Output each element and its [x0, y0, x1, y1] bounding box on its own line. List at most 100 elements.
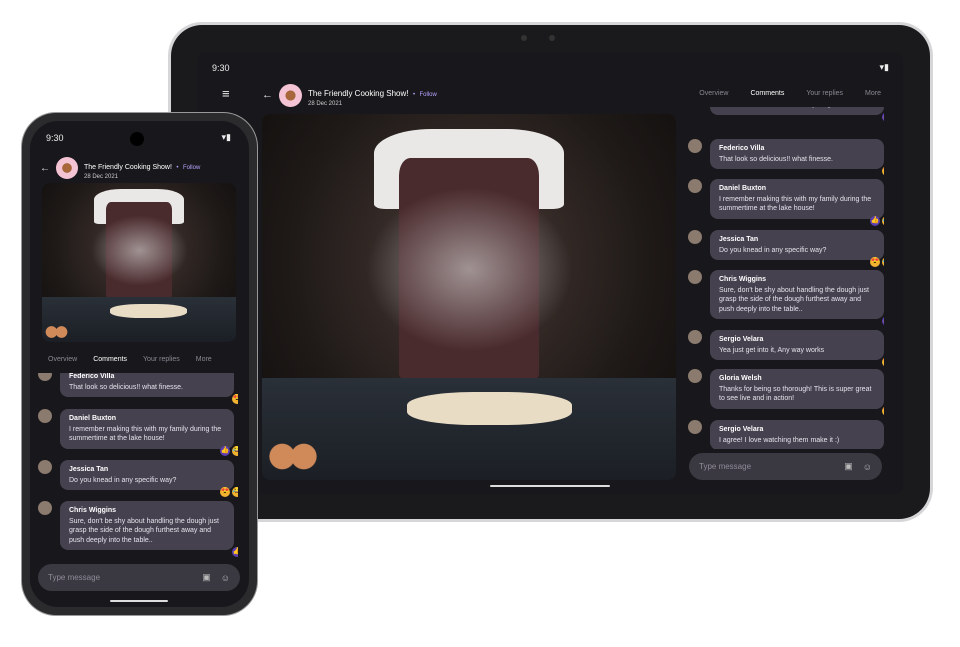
video-image[interactable]	[262, 114, 676, 480]
tablet-device: 9:30 ▾▮ ≡ ← The Friendly Cooking Show! •…	[168, 22, 933, 522]
tab-more[interactable]: More	[865, 90, 881, 97]
user-avatar[interactable]	[688, 369, 702, 383]
comment-author: Daniel Buxton	[719, 185, 767, 192]
channel-title: The Friendly Cooking Show!	[308, 89, 409, 98]
comment-bubble: Jessica Tan Do you knead in any specific …	[710, 230, 884, 267]
comment-item[interactable]: Daniel Buxton I remember making this with…	[38, 409, 238, 456]
camera-icon	[130, 132, 144, 146]
home-indicator	[490, 485, 610, 487]
comment-text: more or so, butter makes everything!!	[719, 107, 875, 110]
like-reaction-icon[interactable]: 👍	[870, 215, 880, 226]
tab-overview[interactable]: Overview	[48, 356, 77, 363]
love-reaction-icon[interactable]: 😍	[232, 394, 238, 404]
comment-bubble: Daniel Buxton I remember making this with…	[60, 409, 238, 456]
comment-item[interactable]: Jessica Tan Do you knead in any specific …	[38, 460, 238, 497]
tab-comments[interactable]: Comments	[750, 90, 784, 97]
comment-text: That look so delicious!! what finesse.	[69, 383, 184, 391]
channel-avatar[interactable]	[56, 157, 78, 179]
comment-item[interactable]: Chris Wiggins Sure, don't be shy about ha…	[688, 270, 884, 326]
tab-your-replies[interactable]: Your replies	[806, 90, 843, 97]
user-avatar[interactable]	[688, 270, 702, 284]
user-avatar[interactable]	[38, 373, 52, 381]
message-placeholder: Type message	[699, 462, 752, 471]
comment-item[interactable]: Sergio Velara Yea just get into it, Any w…	[688, 330, 884, 367]
like-reaction-icon[interactable]: 👍	[882, 316, 884, 326]
like-reaction-icon[interactable]: 👍	[220, 445, 230, 456]
tab-your-replies[interactable]: Your replies	[143, 356, 180, 363]
comment-bubble: Sergio Velara Yea just get into it, Any w…	[710, 330, 884, 367]
like-reaction-icon[interactable]: 👍	[882, 111, 884, 122]
back-icon[interactable]: ←	[262, 89, 273, 101]
status-time: 9:30	[212, 63, 230, 73]
comment-item[interactable]: Sergio Velara I agree! I love watching th…	[688, 420, 884, 449]
image-icon[interactable]: ▣	[202, 572, 211, 583]
menu-icon[interactable]: ≡	[222, 86, 230, 101]
comment-item[interactable]: Federico Villa That look so delicious!! w…	[38, 373, 238, 404]
follow-button[interactable]: Follow	[183, 165, 200, 171]
user-avatar[interactable]	[38, 460, 52, 474]
laugh-reaction-icon[interactable]: 😂	[882, 257, 884, 267]
comment-item[interactable]: Daniel Buxton I remember making this with…	[688, 179, 884, 226]
laugh-reaction-icon[interactable]: 😂	[232, 487, 238, 497]
laugh-reaction-icon[interactable]: 😂	[232, 445, 238, 456]
user-avatar[interactable]	[688, 330, 702, 344]
comment-author: Jessica Tan	[719, 236, 759, 243]
post-date: 28 Dec 2021	[308, 101, 343, 107]
comment-list[interactable]: more or so, butter makes everything!! 👍 Fe…	[688, 107, 884, 449]
emoji-icon[interactable]: ☺	[863, 462, 872, 472]
comment-text: I agree! I love watching them make it :)	[719, 436, 840, 444]
laugh-reaction-icon[interactable]: 😂	[882, 215, 884, 226]
comment-author: Federico Villa	[69, 373, 115, 380]
camera-icon	[549, 35, 555, 41]
like-reaction-icon[interactable]: 👍	[232, 547, 238, 557]
follow-button[interactable]: Follow	[420, 92, 437, 98]
comment-list[interactable]: Federico Villa That look so delicious!! w…	[38, 373, 238, 558]
user-avatar[interactable]	[688, 420, 702, 434]
comment-text: Do you knead in any specific way?	[719, 246, 827, 254]
user-avatar[interactable]	[38, 409, 52, 423]
tab-more[interactable]: More	[196, 356, 212, 363]
comment-author: Federico Villa	[719, 145, 765, 152]
love-reaction-icon[interactable]: 😍	[882, 405, 884, 416]
comment-text: I remember making this with my family du…	[69, 425, 222, 443]
wifi-battery-icon: ▾▮	[879, 62, 889, 72]
message-placeholder: Type message	[48, 573, 101, 582]
comment-text: Sure, don't be shy about handling the do…	[719, 286, 870, 313]
comment-bubble: Sergio Velara I agree! I love watching th…	[710, 420, 884, 449]
comment-item[interactable]: Gloria Welsh Thanks for being so thorough…	[688, 369, 884, 416]
love-reaction-icon[interactable]: 😍	[882, 357, 884, 367]
phone-screen: 9:30 ▾▮ ← The Friendly Cooking Show! • F…	[30, 121, 249, 607]
comment-author: Chris Wiggins	[69, 507, 116, 514]
comment-item[interactable]: Federico Villa That look so delicious!! w…	[688, 139, 884, 176]
user-avatar[interactable]	[688, 230, 702, 244]
status-time: 9:30	[46, 133, 64, 143]
channel-avatar[interactable]	[279, 83, 302, 107]
message-input[interactable]: Type message ▣ ☺	[689, 453, 882, 480]
user-avatar[interactable]	[688, 139, 702, 153]
love-reaction-icon[interactable]: 😍	[882, 166, 884, 176]
comment-item[interactable]: more or so, butter makes everything!! 👍	[688, 107, 884, 122]
comment-bubble: Jessica Tan Do you knead in any specific …	[60, 460, 238, 497]
comment-author: Sergio Velara	[719, 336, 764, 343]
message-input[interactable]: Type message ▣ ☺	[38, 564, 240, 591]
love-reaction-icon[interactable]: 😍	[870, 257, 880, 267]
comment-text: Yea just get into it, Any way works	[719, 346, 825, 354]
emoji-icon[interactable]: ☺	[221, 573, 230, 583]
comment-text: That look so delicious!! what finesse.	[719, 155, 834, 163]
back-icon[interactable]: ←	[40, 163, 50, 174]
video-image[interactable]	[42, 183, 236, 342]
user-avatar[interactable]	[38, 501, 52, 515]
comment-bubble: Federico Villa That look so delicious!! w…	[710, 139, 884, 176]
tab-overview[interactable]: Overview	[699, 90, 728, 97]
comment-bubble: Chris Wiggins Sure, don't be shy about ha…	[60, 501, 238, 557]
comment-item[interactable]: Jessica Tan Do you knead in any specific …	[688, 230, 884, 267]
wifi-battery-icon: ▾▮	[221, 132, 231, 142]
image-icon[interactable]: ▣	[844, 461, 853, 472]
user-avatar[interactable]	[688, 179, 702, 193]
love-reaction-icon[interactable]: 😍	[220, 487, 230, 497]
comment-bubble: Federico Villa That look so delicious!! w…	[60, 373, 238, 404]
comment-text: I remember making this with my family du…	[719, 195, 872, 213]
comment-author: Gloria Welsh	[719, 375, 762, 382]
comment-item[interactable]: Chris Wiggins Sure, don't be shy about ha…	[38, 501, 238, 557]
tab-comments[interactable]: Comments	[93, 356, 127, 363]
